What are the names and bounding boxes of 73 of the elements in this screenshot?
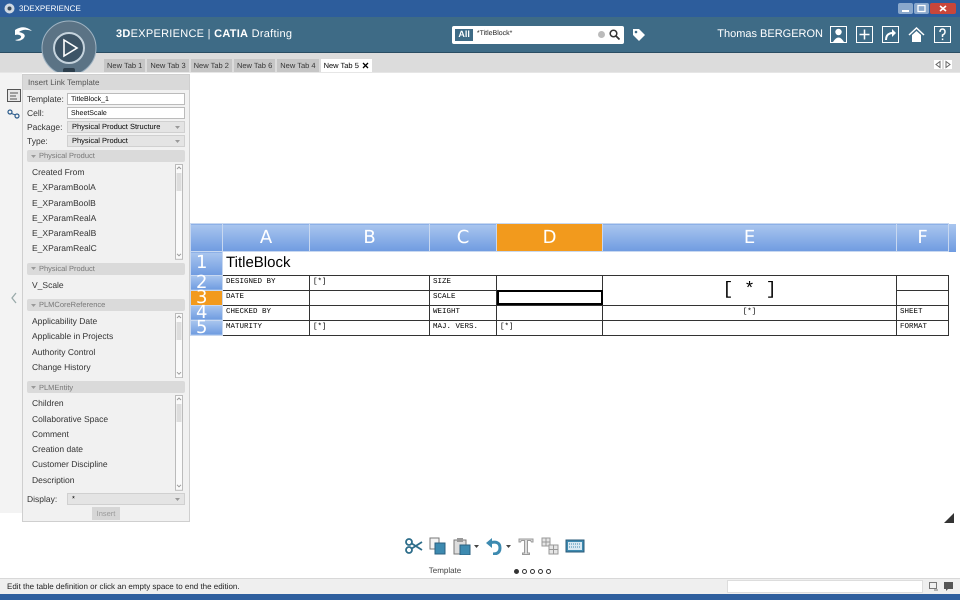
undo-icon[interactable] [485, 537, 503, 555]
caret-icon [175, 126, 180, 128]
caret-icon[interactable] [506, 544, 511, 548]
paste-icon[interactable] [453, 537, 471, 555]
expand-icon [31, 267, 36, 270]
maximize-icon[interactable] [914, 3, 929, 14]
list-item[interactable]: E_XParamRealC [32, 241, 175, 257]
list-item[interactable]: Created From [32, 165, 175, 180]
list-item[interactable]: E_XParamBoolB [32, 196, 175, 211]
app-title: 3DEXPERIENCE | CATIA Drafting [116, 27, 292, 42]
caret-icon [175, 140, 180, 142]
grid-icon[interactable] [541, 537, 559, 555]
caret-icon[interactable] [474, 544, 479, 548]
table-cell [896, 275, 948, 290]
expand-icon [31, 154, 36, 158]
field-label: Display: [27, 492, 58, 506]
scope-dropdown[interactable]: All [455, 28, 473, 40]
field-label: Template: [27, 92, 65, 106]
scrollbar[interactable] [175, 164, 183, 260]
share-icon[interactable] [882, 26, 899, 43]
link-icon[interactable] [7, 109, 21, 119]
scroll-right-icon[interactable] [944, 60, 952, 69]
field-label: Type: [27, 134, 49, 148]
scissors-icon[interactable] [405, 537, 423, 555]
close-icon[interactable] [362, 62, 369, 69]
list-item[interactable]: E_XParamRealB [32, 226, 175, 242]
screen-icon[interactable] [565, 537, 585, 555]
add-icon[interactable] [856, 26, 873, 43]
scrollbar[interactable] [175, 395, 183, 492]
expand-icon [31, 386, 36, 389]
list-item[interactable]: Applicability Date [32, 314, 175, 330]
template-icon[interactable] [7, 89, 21, 102]
list-item[interactable]: E_XParamRealA [32, 210, 175, 226]
list-item[interactable]: Authority Control [32, 344, 175, 360]
user-name: Thomas BERGERON [717, 27, 823, 42]
help-icon[interactable] [934, 26, 951, 43]
home-icon[interactable] [908, 26, 925, 43]
list-item[interactable]: Applicable in Projects [32, 329, 175, 345]
list-item[interactable]: Customer Discipline [32, 457, 175, 473]
clear-icon [598, 31, 606, 38]
expand-icon [31, 304, 36, 307]
minimize-icon[interactable] [898, 3, 913, 14]
window-icon[interactable] [929, 582, 938, 591]
list-item[interactable]: Change History [32, 360, 175, 376]
list-item[interactable]: Creation date [32, 442, 175, 458]
toolbar-label: Template [428, 565, 462, 577]
tag-icon[interactable] [632, 28, 646, 41]
field-label: Package: [27, 120, 64, 134]
window-title: 3DEXPERIENCE [19, 2, 81, 14]
table-cell [896, 290, 948, 305]
header-corner [190, 224, 222, 252]
copy-icon[interactable] [429, 537, 447, 555]
list-item[interactable]: Comment [32, 426, 175, 442]
panel-title: Insert Link Template [23, 75, 189, 90]
scroll-left-icon[interactable] [934, 60, 942, 69]
field-label: Cell: [27, 106, 46, 120]
message-icon[interactable] [944, 582, 953, 591]
list-item[interactable]: E_XParamBoolA [32, 180, 175, 196]
table-cell: TitleBlock [222, 252, 310, 275]
text-icon[interactable] [517, 537, 535, 555]
list-item[interactable]: Collaborative Space [32, 412, 175, 427]
list-item[interactable]: Children [32, 396, 175, 412]
user-icon[interactable] [830, 26, 847, 43]
table-cell: [ * ] [602, 275, 896, 305]
input-field[interactable] [727, 580, 923, 593]
list-item[interactable]: V_Scale [32, 278, 185, 294]
scrollbar[interactable] [175, 313, 183, 378]
list-item[interactable]: Description [32, 472, 175, 488]
app-icon [4, 3, 15, 14]
caret-icon [175, 498, 180, 501]
status-message: Edit the table definition or click an empty space to end the edition. [7, 580, 240, 592]
search-icon[interactable] [609, 29, 620, 40]
resize-handle-icon[interactable] [944, 513, 954, 523]
